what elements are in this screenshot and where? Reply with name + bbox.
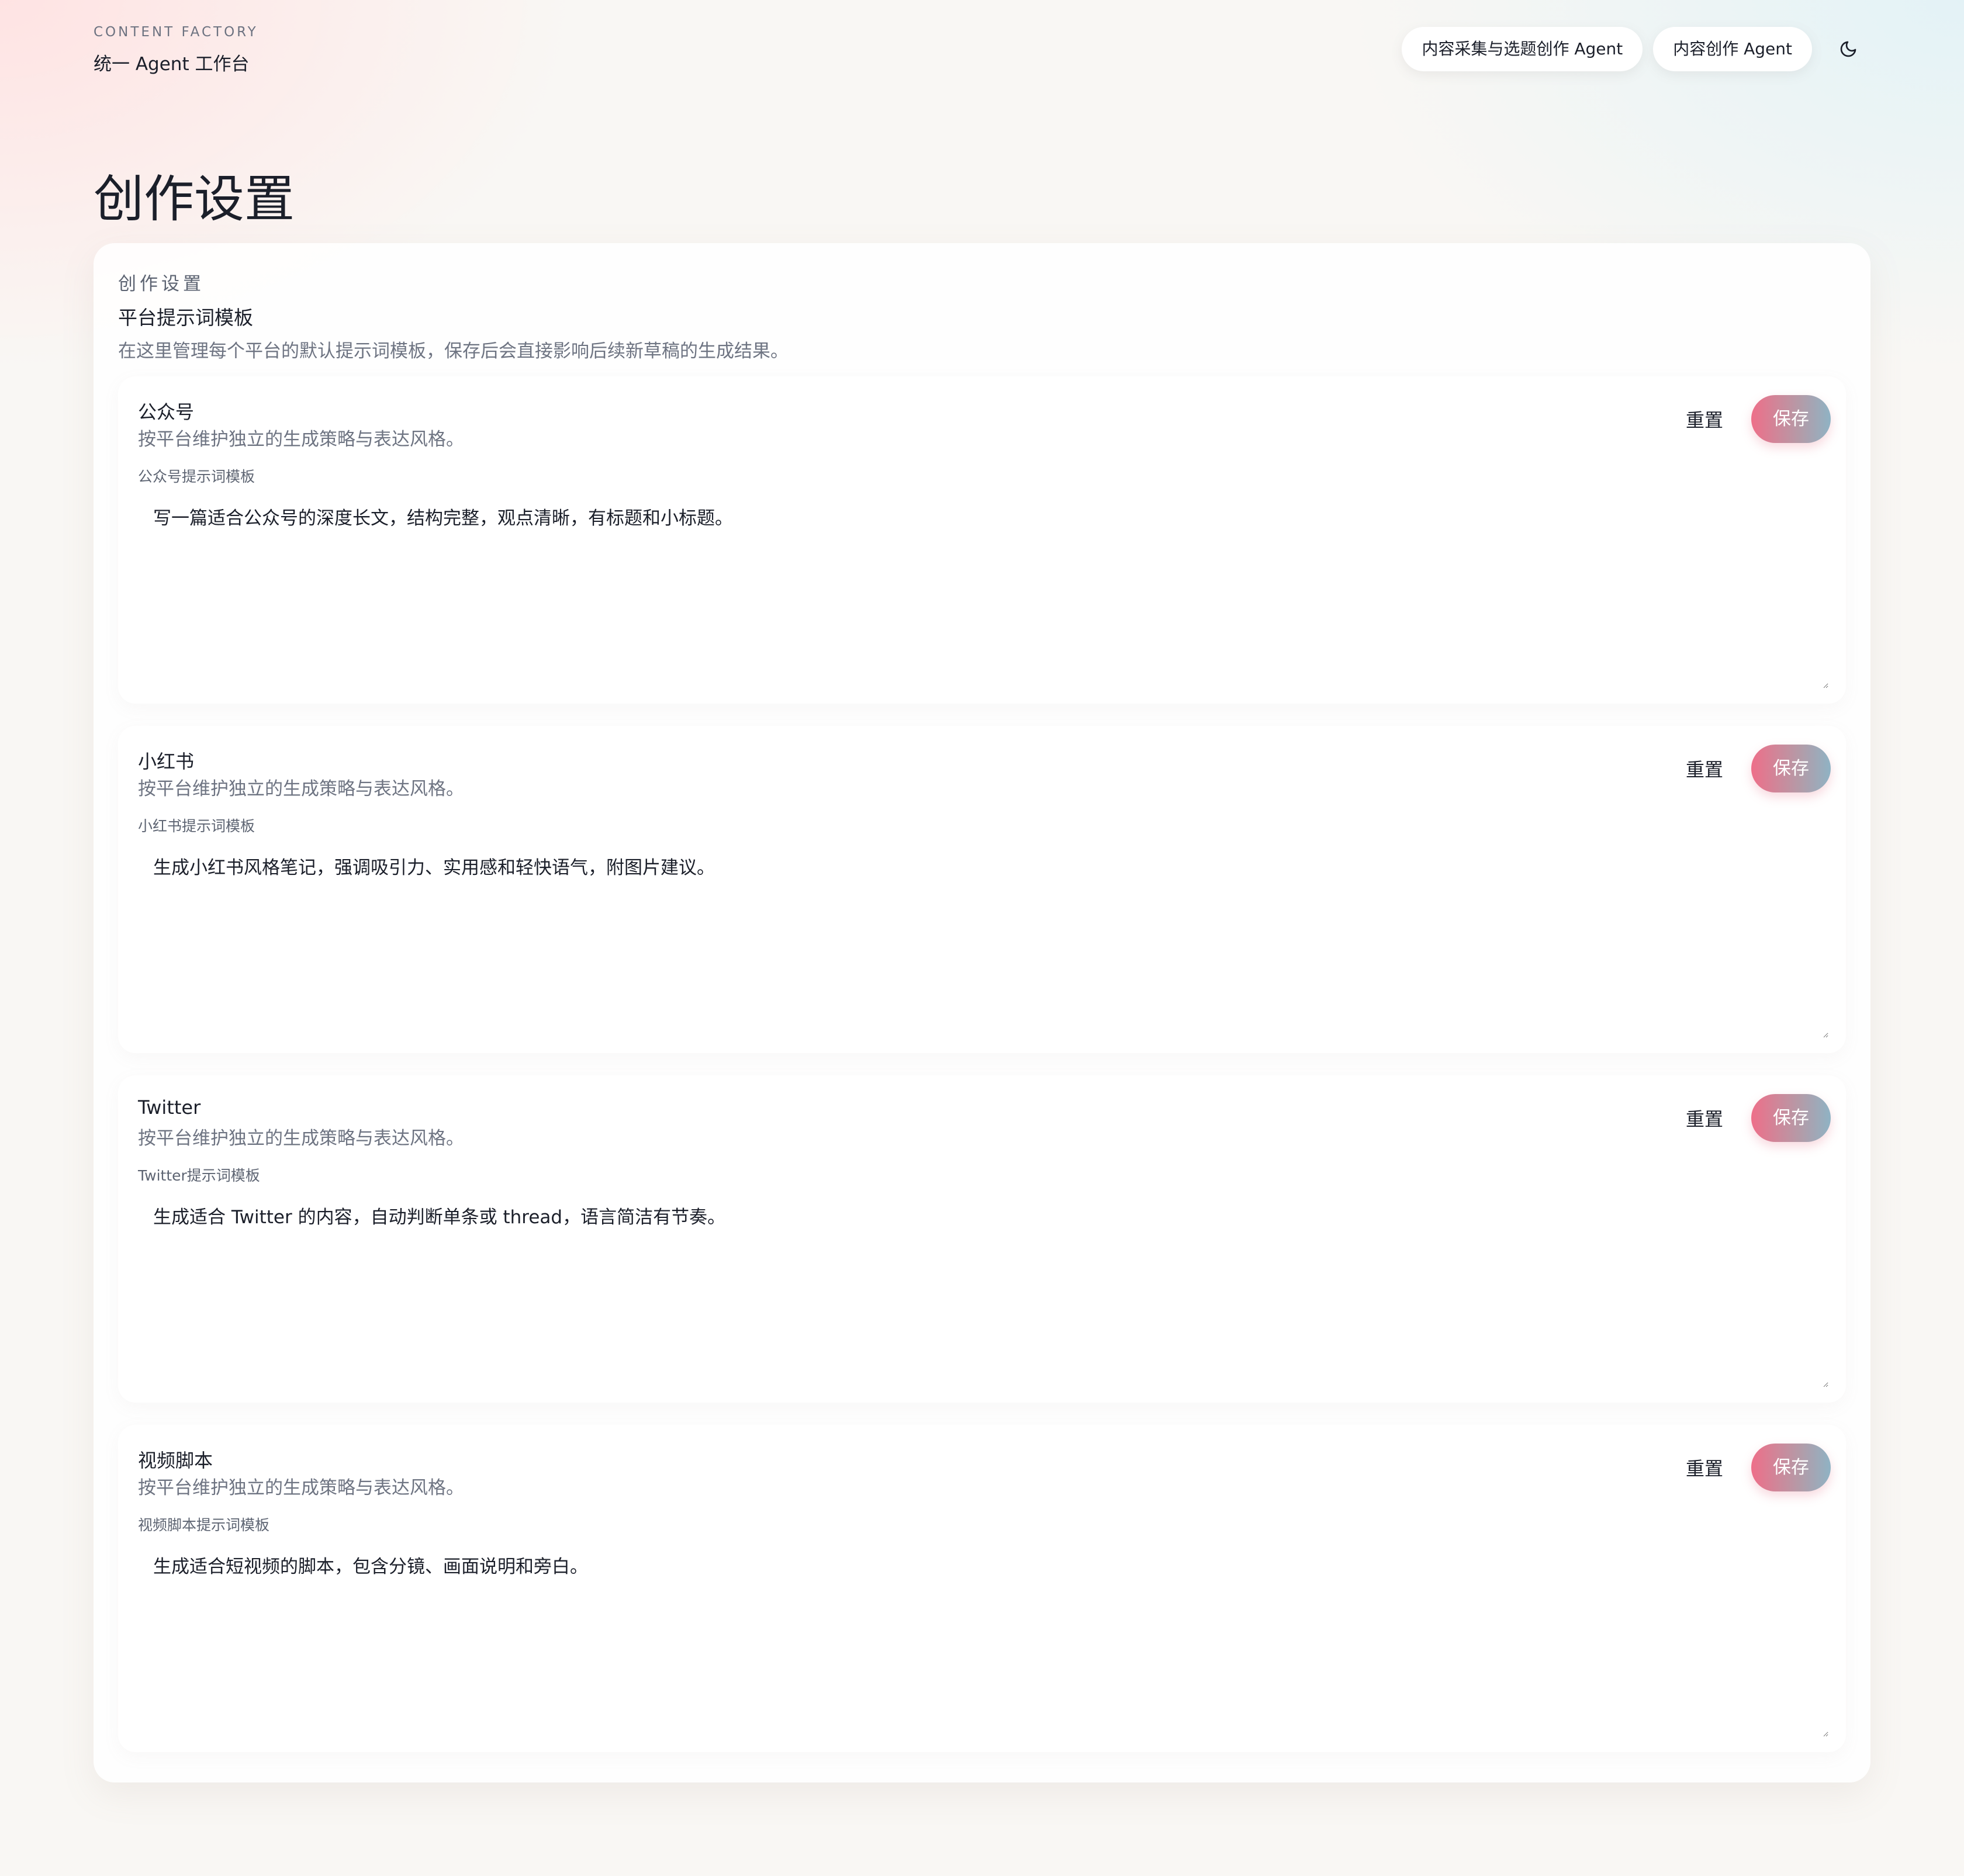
panel-description: 在这里管理每个平台的默认提示词模板，保存后会直接影响后续新草稿的生成结果。: [118, 341, 789, 362]
platform-card-twitter: Twitter 按平台维护独立的生成策略与表达风格。 重置 保存 Twitter…: [118, 1075, 1846, 1403]
platform-description: 按平台维护独立的生成策略与表达风格。: [138, 778, 464, 799]
reset-button[interactable]: 重置: [1686, 1105, 1723, 1131]
reset-button[interactable]: 重置: [1686, 406, 1723, 432]
card-actions: 重置 保存: [1686, 745, 1831, 792]
prompt-template-input[interactable]: 生成小红书风格笔记，强调吸引力、实用感和轻快语气，附图片建议。: [138, 842, 1828, 1038]
panel-title: 平台提示词模板: [118, 306, 253, 329]
platform-name: 小红书: [138, 750, 195, 773]
save-button[interactable]: 保存: [1751, 1094, 1831, 1142]
prompt-template-input[interactable]: 生成适合 Twitter 的内容，自动判断单条或 thread，语言简洁有节奏。: [138, 1191, 1828, 1387]
brand: CONTENT FACTORY 统一 Agent 工作台: [94, 25, 258, 75]
template-field-label: Twitter提示词模板: [138, 1167, 260, 1184]
template-field-label: 视频脚本提示词模板: [138, 1517, 270, 1534]
platform-card-wechat: 公众号 按平台维护独立的生成策略与表达风格。 重置 保存 公众号提示词模板 写一…: [118, 376, 1846, 704]
theme-toggle-button[interactable]: [1826, 27, 1870, 71]
platform-name: 视频脚本: [138, 1449, 213, 1472]
platform-description: 按平台维护独立的生成策略与表达风格。: [138, 429, 464, 450]
nav-agent-collect-topic[interactable]: 内容采集与选题创作 Agent: [1402, 27, 1643, 71]
card-actions: 重置 保存: [1686, 1094, 1831, 1142]
brand-title: 统一 Agent 工作台: [94, 54, 250, 75]
save-button[interactable]: 保存: [1751, 1444, 1831, 1491]
top-nav: 内容采集与选题创作 Agent 内容创作 Agent: [1391, 27, 1870, 71]
save-button[interactable]: 保存: [1751, 395, 1831, 443]
reset-button[interactable]: 重置: [1686, 755, 1723, 782]
prompt-template-input[interactable]: 生成适合短视频的脚本，包含分镜、画面说明和旁白。: [138, 1541, 1828, 1737]
platform-name: Twitter: [138, 1096, 201, 1119]
brand-eyebrow: CONTENT FACTORY: [94, 25, 258, 40]
platform-description: 按平台维护独立的生成策略与表达风格。: [138, 1477, 464, 1498]
card-actions: 重置 保存: [1686, 395, 1831, 443]
settings-panel: 创作设置 平台提示词模板 在这里管理每个平台的默认提示词模板，保存后会直接影响后…: [94, 243, 1870, 1782]
panel-eyebrow: 创作设置: [118, 274, 205, 295]
card-actions: 重置 保存: [1686, 1444, 1831, 1491]
platform-card-xiaohongshu: 小红书 按平台维护独立的生成策略与表达风格。 重置 保存 小红书提示词模板 生成…: [118, 726, 1846, 1053]
save-button[interactable]: 保存: [1751, 745, 1831, 792]
page-title: 创作设置: [94, 170, 295, 229]
platform-card-video-script: 视频脚本 按平台维护独立的生成策略与表达风格。 重置 保存 视频脚本提示词模板 …: [118, 1425, 1846, 1752]
template-field-label: 公众号提示词模板: [138, 468, 255, 485]
moon-icon: [1840, 41, 1856, 57]
reset-button[interactable]: 重置: [1686, 1454, 1723, 1481]
platform-description: 按平台维护独立的生成策略与表达风格。: [138, 1128, 464, 1149]
template-field-label: 小红书提示词模板: [138, 818, 255, 835]
prompt-template-input[interactable]: 写一篇适合公众号的深度长文，结构完整，观点清晰，有标题和小标题。: [138, 492, 1828, 688]
platform-name: 公众号: [138, 401, 195, 423]
panel-header: 创作设置 平台提示词模板 在这里管理每个平台的默认提示词模板，保存后会直接影响后…: [118, 269, 789, 362]
nav-agent-content-create[interactable]: 内容创作 Agent: [1653, 27, 1812, 71]
